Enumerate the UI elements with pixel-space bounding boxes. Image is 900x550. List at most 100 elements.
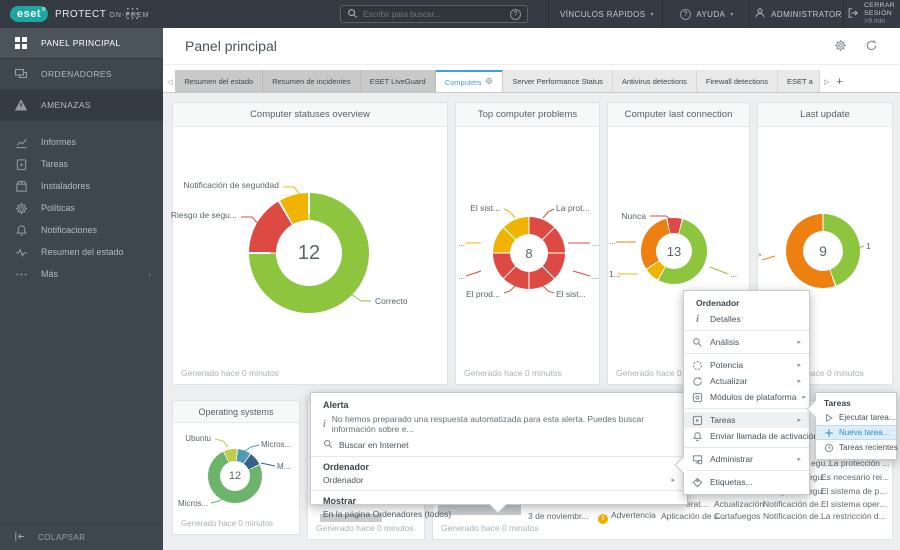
sidebar-item-amenazas[interactable]: AMENAZAS <box>0 90 163 121</box>
chart-label[interactable]: 1... <box>609 269 621 279</box>
installers-icon <box>13 180 29 193</box>
chart-label[interactable]: ... <box>458 238 465 248</box>
menu-item-modulos-de-plataforma[interactable]: Módulos de plataforma ▸ <box>684 389 809 405</box>
top-problems-donut-chart[interactable]: 8 <box>493 217 565 289</box>
chart-label[interactable]: > <box>758 253 762 259</box>
chart-label[interactable]: ... <box>730 269 737 279</box>
chart-label[interactable]: Correcto <box>375 296 408 306</box>
page-title: Panel principal <box>185 38 277 54</box>
help-menu[interactable]: ? AYUDA ▾ <box>666 0 748 28</box>
tab-antivirus-detections[interactable]: Antivirus detections <box>612 70 697 92</box>
tabs-scroll-left-icon[interactable]: ◁ <box>163 78 175 92</box>
menu-item-administrar[interactable]: Administrar ▸ <box>684 451 809 467</box>
tab-computers[interactable]: Computers <box>435 70 504 92</box>
policies-icon <box>13 202 29 215</box>
tab-resumen-del-estado[interactable]: Resumen del estado <box>175 70 264 92</box>
chevron-down-icon: ▾ <box>730 11 734 18</box>
chart-label[interactable]: Nunca <box>621 211 646 221</box>
table-cell: erat... <box>686 499 708 509</box>
chart-label[interactable]: ... <box>458 271 465 281</box>
chart-label[interactable]: La prot... <box>556 203 590 213</box>
operating-systems-donut-chart[interactable]: 12 <box>208 449 262 503</box>
donut-total: 9 <box>819 243 827 259</box>
sidebar-item-notificaciones[interactable]: Notificaciones <box>0 219 163 241</box>
app-grid-icon[interactable] <box>126 7 139 22</box>
donut-total: 12 <box>297 241 321 264</box>
submenu-item-ejecutar-tarea[interactable]: Ejecutar tarea... <box>816 410 896 425</box>
card-title[interactable]: Computer statuses overview <box>173 103 447 127</box>
card-title[interactable]: Last update <box>758 103 892 127</box>
help-label: AYUDA <box>696 9 726 19</box>
dashboard-settings-gear-icon[interactable] <box>834 39 847 54</box>
card-title[interactable]: Top computer problems <box>456 103 599 127</box>
table-cell: Notificación de... <box>763 511 826 521</box>
menu-item-tareas[interactable]: Tareas ▸ <box>684 412 809 428</box>
alert-computer-item[interactable]: Ordenador ▸ <box>323 475 675 485</box>
chart-label[interactable]: El sist... <box>470 203 500 213</box>
tab-eset-liveguard[interactable]: ESET LiveGuard <box>360 70 436 92</box>
donut-total: 13 <box>666 243 682 259</box>
user-label: ADMINISTRATOR <box>771 9 842 19</box>
sidebar-item-resumen-del-estado[interactable]: Resumen del estado <box>0 241 163 263</box>
chart-label[interactable]: M... <box>277 462 290 471</box>
computer-context-menu: Ordenador i Detalles Análisis ▸ Potencia ▸… <box>674 290 818 495</box>
card-title[interactable]: Computer last connection <box>608 103 749 127</box>
sidebar-item-label: Políticas <box>41 203 76 213</box>
add-tab-icon[interactable]: + <box>832 76 848 92</box>
tab-resumen-de-incidentes[interactable]: Resumen de incidentes <box>263 70 361 92</box>
menu-item-enviar-llamada-de-activacion[interactable]: Enviar llamada de activación <box>684 428 818 444</box>
donut-total: 8 <box>525 245 533 261</box>
chart-label[interactable]: ... <box>592 238 599 248</box>
logout-button[interactable]: CERRAR SESIÓN >9 min <box>847 0 900 28</box>
chart-label[interactable]: ... <box>592 271 599 281</box>
tab-gear-icon[interactable] <box>485 77 493 87</box>
tab-server-performance-status[interactable]: Server Performance Status <box>503 70 613 92</box>
sidebar-item-ordenadores[interactable]: ORDENADORES <box>0 59 163 90</box>
chart-label[interactable]: 1 <box>866 241 871 251</box>
alert-info-row: i No hemos preparado una respuesta autom… <box>323 414 675 434</box>
card-title[interactable]: Operating systems <box>173 401 299 423</box>
tab-label: Resumen de incidentes <box>272 76 351 86</box>
chart-label[interactable]: El sist... <box>556 289 586 299</box>
sidebar-item-informes[interactable]: Informes <box>0 131 163 153</box>
chart-label[interactable]: El prod... <box>466 289 500 299</box>
search-help-icon[interactable]: ? <box>510 8 521 20</box>
menu-item-analisis[interactable]: Análisis ▸ <box>684 334 809 350</box>
quick-links-menu[interactable]: VÍNCULOS RÁPIDOS ▾ <box>553 0 661 28</box>
tabs-scroll-right-icon[interactable]: ▷ <box>820 78 832 92</box>
tab-eset-a[interactable]: ESET a <box>778 70 821 92</box>
table-cell: El sistema oper... <box>821 499 887 509</box>
computer-statuses-donut-chart[interactable]: 12 <box>249 193 369 313</box>
search-input[interactable] <box>363 9 505 19</box>
sidebar-item-mas[interactable]: Más › <box>0 263 163 285</box>
chart-label[interactable]: ... <box>609 236 616 246</box>
menu-item-actualizar[interactable]: Actualizar ▸ <box>684 373 809 389</box>
menu-item-potencia[interactable]: Potencia ▸ <box>684 357 809 373</box>
menu-item-etiquetas[interactable]: Etiquetas... <box>684 474 809 490</box>
submenu-item-tareas-recientes[interactable]: Tareas recientes▸ <box>816 440 898 455</box>
generated-timestamp: Generado hace 0 minutos <box>441 523 539 533</box>
sidebar-item-panel-principal[interactable]: PANEL PRINCIPAL <box>0 28 163 59</box>
chart-label[interactable]: Micros... <box>261 440 291 449</box>
status-overview-icon <box>13 246 29 259</box>
table-cell: Es necesario rei... <box>821 472 890 482</box>
sidebar-item-tareas[interactable]: Tareas <box>0 153 163 175</box>
chart-label[interactable]: Riesgo de segu... <box>171 210 237 220</box>
submenu-item-nueva-tarea[interactable]: Nueva tarea... <box>816 425 896 440</box>
last-connection-donut-chart[interactable]: 13 <box>641 218 707 284</box>
last-update-donut-chart[interactable]: 9 <box>786 214 860 288</box>
global-search[interactable]: ? <box>340 5 528 23</box>
refresh-icon[interactable] <box>865 39 878 54</box>
divider <box>684 353 809 354</box>
collapse-sidebar-button[interactable]: COLAPSAR <box>0 524 163 550</box>
chart-label[interactable]: Ubuntu <box>185 434 211 443</box>
card-top-computer-problems: Top computer problems 8 El sist... La pr… <box>455 102 600 385</box>
sidebar-item-instaladores[interactable]: Instaladores <box>0 175 163 197</box>
menu-item-detalles[interactable]: i Detalles <box>684 311 809 327</box>
chart-label[interactable]: Notificación de seguridad <box>184 180 279 190</box>
sidebar-item-politicas[interactable]: Políticas <box>0 197 163 219</box>
search-internet-action[interactable]: Buscar en Internet <box>323 439 675 451</box>
tab-firewall-detections[interactable]: Firewall detections <box>696 70 779 92</box>
chart-label[interactable]: Micros... <box>178 499 208 508</box>
user-menu[interactable]: ADMINISTRATOR <box>753 0 843 28</box>
